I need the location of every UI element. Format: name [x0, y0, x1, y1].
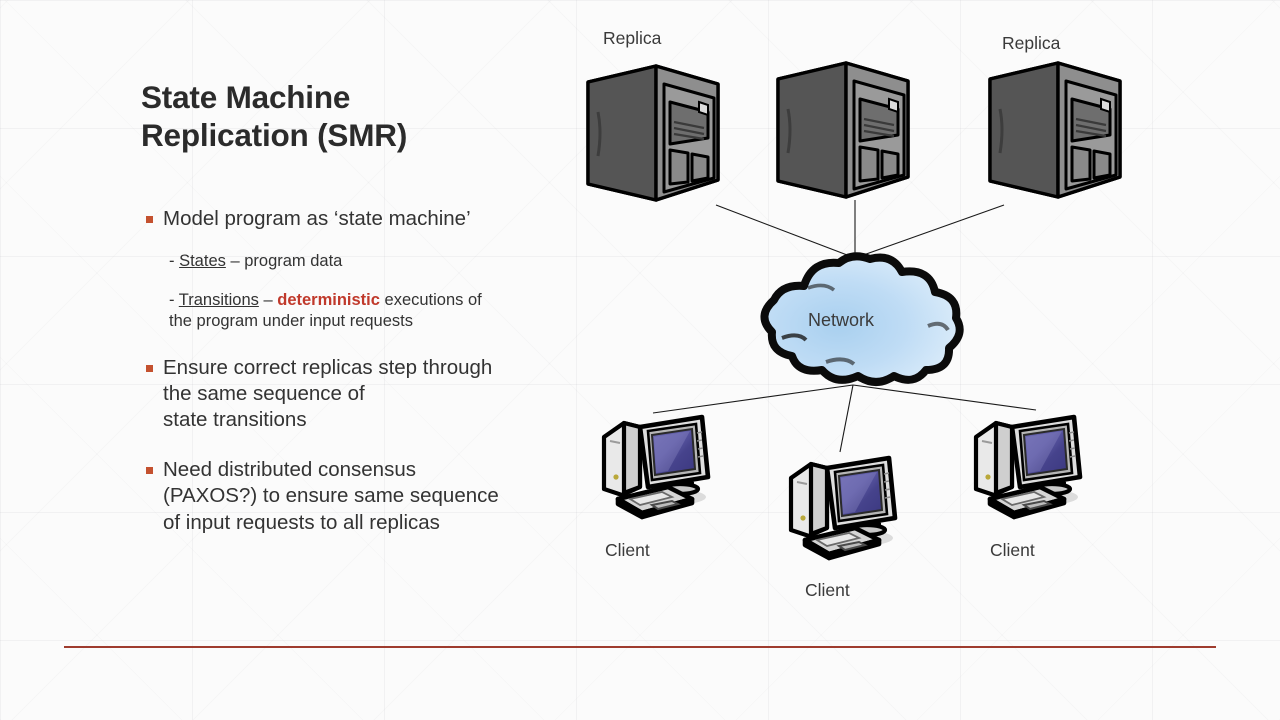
client-3-computer-icon — [973, 414, 1083, 520]
client-1-computer-icon — [601, 414, 711, 520]
slide-canvas: State Machine Replication (SMR) Model pr… — [0, 0, 1280, 720]
line-replica1-cloud — [715, 204, 856, 259]
replica-3-label: Replica — [1002, 33, 1061, 53]
client-1-label: Client — [605, 540, 650, 560]
client-2-label: Client — [805, 580, 850, 600]
line-replica3-cloud — [854, 204, 1005, 259]
replica-2-server-icon — [776, 61, 910, 199]
smr-architecture-diagram: Replica Replica Network Client Client Cl… — [0, 0, 1280, 720]
replica-3-server-icon — [988, 61, 1122, 199]
network-label: Network — [808, 310, 875, 330]
replica-1-label: Replica — [603, 28, 662, 48]
client-2-computer-icon — [788, 455, 898, 561]
replica-1-server-icon — [586, 64, 720, 202]
line-cloud-client2 — [839, 384, 854, 453]
client-3-label: Client — [990, 540, 1035, 560]
